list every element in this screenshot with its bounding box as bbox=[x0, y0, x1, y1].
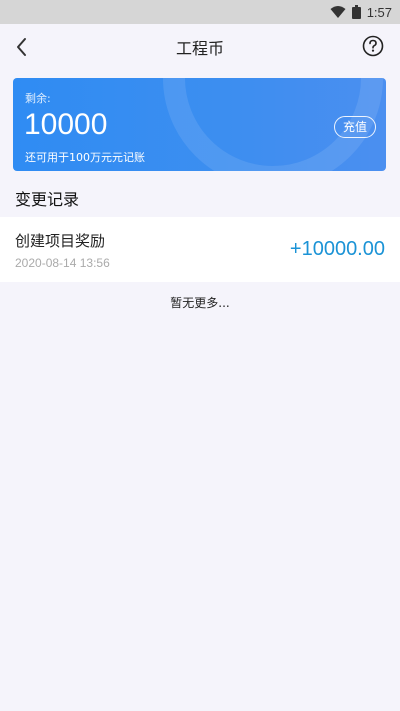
chevron-left-icon[interactable] bbox=[12, 36, 34, 58]
no-more-text: 暂无更多... bbox=[170, 296, 230, 310]
question-circle-icon[interactable] bbox=[362, 35, 384, 57]
page-title: 工程币 bbox=[175, 39, 224, 58]
balance-amount: 10000 bbox=[24, 108, 108, 141]
records-title: 变更记录 bbox=[15, 190, 80, 209]
recharge-button[interactable]: 充值 bbox=[333, 116, 376, 138]
status-time: 1:57 bbox=[366, 4, 392, 20]
balance-label: 剩余: bbox=[25, 92, 51, 105]
balance-note: 还可用于100万元元记账 bbox=[25, 151, 145, 164]
status-bar: 1:57 bbox=[0, 0, 400, 24]
record-name: 创建项目奖励 bbox=[15, 232, 106, 250]
battery-icon bbox=[351, 5, 361, 19]
balance-card: 剩余: 10000 还可用于100万元元记账 充值 bbox=[13, 78, 386, 171]
record-time: 2020-08-14 13:56 bbox=[15, 256, 110, 270]
wifi-icon bbox=[330, 5, 346, 19]
nav-bar: 工程币 bbox=[0, 24, 400, 70]
record-amount: +10000.00 bbox=[289, 238, 385, 260]
record-row[interactable]: 创建项目奖励 2020-08-14 13:56 +10000.00 bbox=[0, 217, 400, 282]
